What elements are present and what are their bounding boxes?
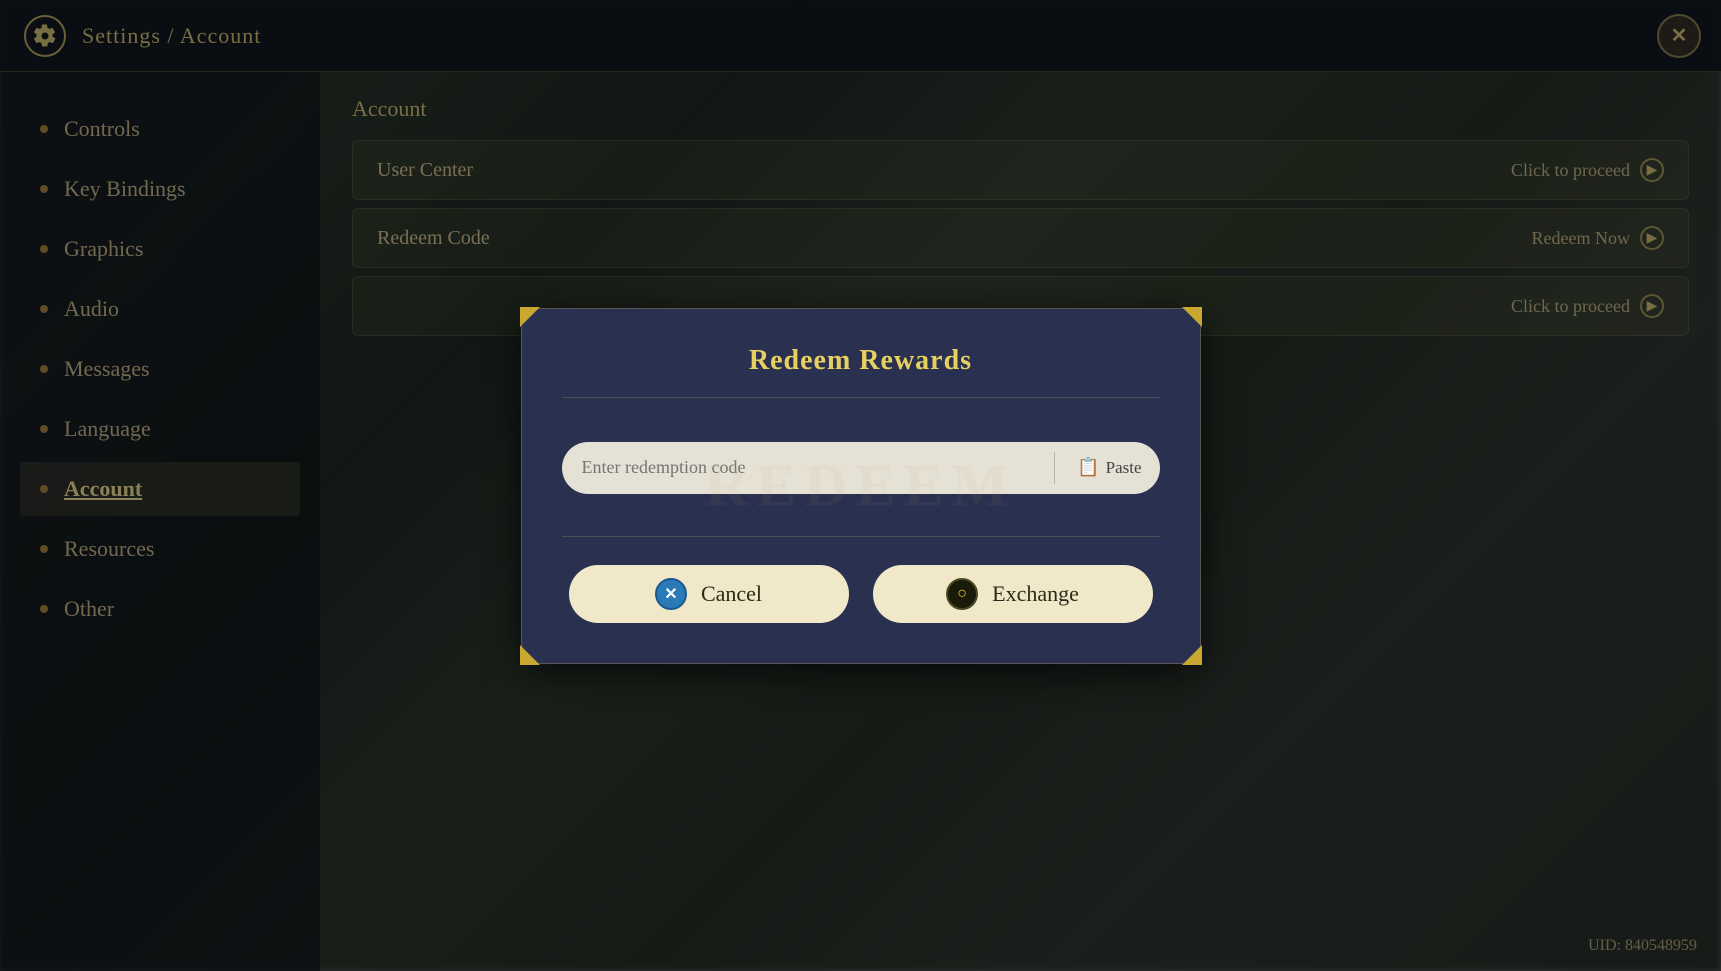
- modal-title: Redeem Rewards: [562, 345, 1160, 377]
- modal-content-area: 📋 Paste: [562, 428, 1160, 508]
- paste-label: Paste: [1106, 458, 1142, 478]
- redemption-code-input[interactable]: [582, 457, 1045, 478]
- paste-button[interactable]: 📋 Paste: [1065, 449, 1153, 486]
- input-divider: [1054, 452, 1055, 484]
- corner-decoration-tr: [1182, 307, 1202, 327]
- exchange-button[interactable]: ○ Exchange: [873, 565, 1153, 623]
- modal-backdrop: Redeem Rewards REDEEM 📋 Paste ✕ Cancel: [0, 0, 1721, 971]
- cancel-label: Cancel: [701, 581, 762, 607]
- code-input-row: 📋 Paste: [562, 442, 1160, 494]
- paste-icon: 📋: [1077, 457, 1099, 478]
- modal-buttons: ✕ Cancel ○ Exchange: [562, 565, 1160, 623]
- modal-bottom-divider: [562, 536, 1160, 537]
- exchange-label: Exchange: [992, 581, 1079, 607]
- corner-decoration-bl: [520, 645, 540, 665]
- redeem-modal: Redeem Rewards REDEEM 📋 Paste ✕ Cancel: [521, 308, 1201, 664]
- cancel-icon: ✕: [655, 578, 687, 610]
- cancel-button[interactable]: ✕ Cancel: [569, 565, 849, 623]
- modal-top-divider: [562, 397, 1160, 398]
- corner-decoration-br: [1182, 645, 1202, 665]
- exchange-icon: ○: [946, 578, 978, 610]
- corner-decoration-tl: [520, 307, 540, 327]
